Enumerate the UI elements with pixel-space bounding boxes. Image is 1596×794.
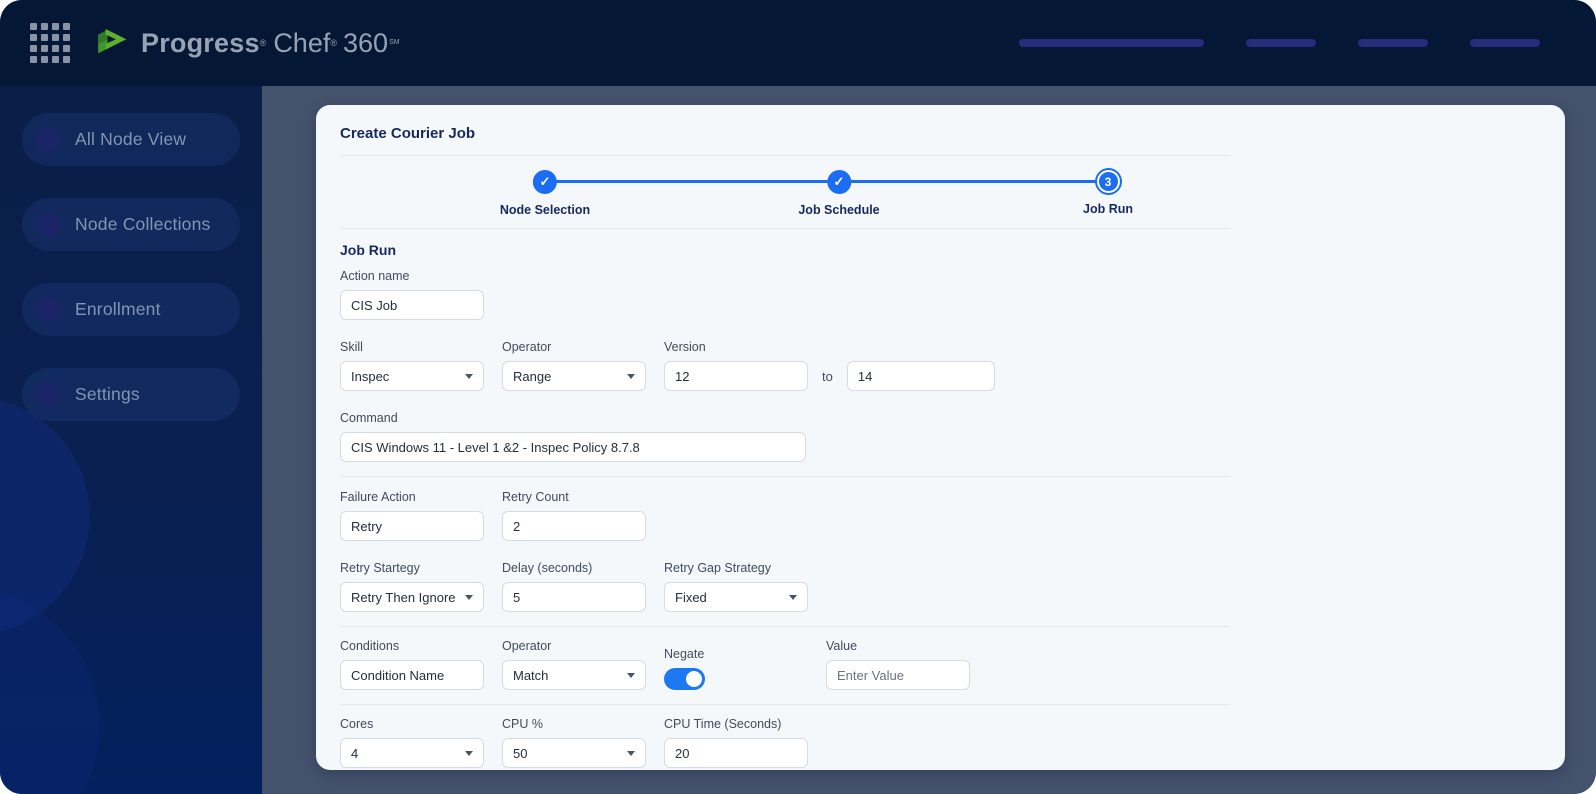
action-name-label: Action name bbox=[340, 269, 410, 283]
step-node-selection[interactable]: ✓ Node Selection bbox=[500, 170, 590, 217]
top-nav bbox=[1019, 39, 1596, 47]
sidebar-item-label: Settings bbox=[75, 384, 140, 404]
command-input[interactable] bbox=[340, 432, 806, 462]
settings-icon bbox=[36, 382, 61, 407]
condition-name-input[interactable] bbox=[340, 660, 484, 690]
top-nav-item-3[interactable] bbox=[1358, 39, 1428, 47]
version-from-input[interactable] bbox=[664, 361, 808, 391]
skill-label: Skill bbox=[340, 340, 363, 354]
sidebar-item-node-collections[interactable]: Node Collections bbox=[22, 198, 240, 251]
toggle-knob bbox=[686, 671, 702, 687]
divider bbox=[340, 704, 1230, 705]
node-collections-icon bbox=[36, 212, 61, 237]
step-job-run[interactable]: 3 Job Run bbox=[1083, 170, 1133, 216]
app-window: Progress ® Chef ® 360 SM All Node View Node… bbox=[0, 0, 1596, 794]
operator-select[interactable]: Range bbox=[502, 361, 646, 391]
operator-label: Operator bbox=[502, 340, 552, 354]
logo-progress-text: Progress bbox=[141, 27, 260, 58]
sidebar-item-enrollment[interactable]: Enrollment bbox=[22, 283, 240, 336]
wizard-stepper: ✓ Node Selection ✓ Job Schedule 3 Job Ru… bbox=[340, 156, 1230, 228]
logo-chef-text: Chef bbox=[273, 27, 331, 58]
main-content: Create Courier Job ✓ Node Selection ✓ Jo… bbox=[262, 86, 1596, 794]
chevron-down-icon bbox=[627, 373, 635, 379]
delay-input[interactable] bbox=[502, 582, 646, 612]
step-done-check-icon: ✓ bbox=[532, 170, 557, 194]
logo-360-text: 360 bbox=[343, 27, 389, 58]
version-to-label: to bbox=[822, 368, 833, 384]
command-label: Command bbox=[340, 411, 398, 425]
sidebar: All Node View Node Collections Enrollmen… bbox=[0, 86, 262, 794]
chevron-down-icon bbox=[465, 373, 473, 379]
cpu-percent-select[interactable]: 50 bbox=[502, 738, 646, 768]
action-name-input[interactable] bbox=[340, 290, 484, 320]
condition-operator-label: Operator bbox=[502, 639, 552, 653]
top-bar: Progress ® Chef ® 360 SM bbox=[0, 0, 1596, 86]
chevron-down-icon bbox=[789, 594, 797, 600]
delay-label: Delay (seconds) bbox=[502, 561, 593, 575]
create-courier-job-card: Create Courier Job ✓ Node Selection ✓ Jo… bbox=[316, 105, 1565, 770]
retry-count-input[interactable] bbox=[502, 511, 646, 541]
sidebar-item-label: Enrollment bbox=[75, 299, 161, 319]
chef-chevron-icon bbox=[98, 28, 127, 54]
progress-chef-360-logo: Progress ® Chef ® 360 SM bbox=[98, 28, 400, 59]
version-label: Version bbox=[664, 340, 706, 354]
cpu-time-label: CPU Time (Seconds) bbox=[664, 717, 782, 731]
failure-action-input[interactable] bbox=[340, 511, 484, 541]
step-number-badge: 3 bbox=[1096, 170, 1120, 193]
condition-operator-select[interactable]: Match bbox=[502, 660, 646, 690]
logo-reg-mark: ® bbox=[330, 38, 337, 48]
enrollment-icon bbox=[36, 297, 61, 322]
logo-sm-mark: SM bbox=[389, 39, 400, 46]
value-label: Value bbox=[826, 639, 858, 653]
cores-label: Cores bbox=[340, 717, 374, 731]
chevron-down-icon bbox=[627, 750, 635, 756]
divider bbox=[340, 228, 1230, 229]
top-nav-item-1[interactable] bbox=[1019, 39, 1204, 47]
cores-select[interactable]: 4 bbox=[340, 738, 484, 768]
cpu-time-input[interactable] bbox=[664, 738, 808, 768]
failure-action-label: Failure Action bbox=[340, 490, 416, 504]
retry-count-label: Retry Count bbox=[502, 490, 569, 504]
retry-strategy-select[interactable]: Retry Then Ignore bbox=[340, 582, 484, 612]
step-job-schedule[interactable]: ✓ Job Schedule bbox=[798, 170, 880, 217]
negate-label: Negate bbox=[664, 647, 705, 661]
divider bbox=[340, 476, 1230, 477]
sidebar-item-all-node-view[interactable]: All Node View bbox=[22, 113, 240, 166]
top-nav-item-2[interactable] bbox=[1246, 39, 1316, 47]
all-node-view-icon bbox=[36, 127, 61, 152]
top-nav-item-4[interactable] bbox=[1470, 39, 1540, 47]
skill-select[interactable]: Inspec bbox=[340, 361, 484, 391]
cpu-percent-label: CPU % bbox=[502, 717, 543, 731]
conditions-label: Conditions bbox=[340, 639, 400, 653]
chevron-down-icon bbox=[465, 750, 473, 756]
version-to-input[interactable] bbox=[846, 361, 995, 391]
sidebar-item-settings[interactable]: Settings bbox=[22, 368, 240, 421]
retry-gap-strategy-label: Retry Gap Strategy bbox=[664, 561, 771, 575]
step-done-check-icon: ✓ bbox=[827, 170, 851, 194]
page-title: Create Courier Job bbox=[340, 125, 476, 142]
value-input[interactable] bbox=[826, 660, 970, 690]
divider bbox=[340, 626, 1230, 627]
logo-reg-mark: ® bbox=[259, 38, 267, 48]
retry-gap-strategy-select[interactable]: Fixed bbox=[664, 582, 808, 612]
section-title-job-run: Job Run bbox=[340, 242, 396, 258]
sidebar-item-label: Node Collections bbox=[75, 214, 211, 234]
chevron-down-icon bbox=[465, 594, 473, 600]
sidebar-item-label: All Node View bbox=[75, 129, 187, 149]
retry-strategy-label: Retry Startegy bbox=[340, 561, 420, 575]
apps-grid-icon[interactable] bbox=[30, 23, 70, 63]
negate-toggle[interactable] bbox=[664, 668, 705, 690]
chevron-down-icon bbox=[627, 672, 635, 678]
